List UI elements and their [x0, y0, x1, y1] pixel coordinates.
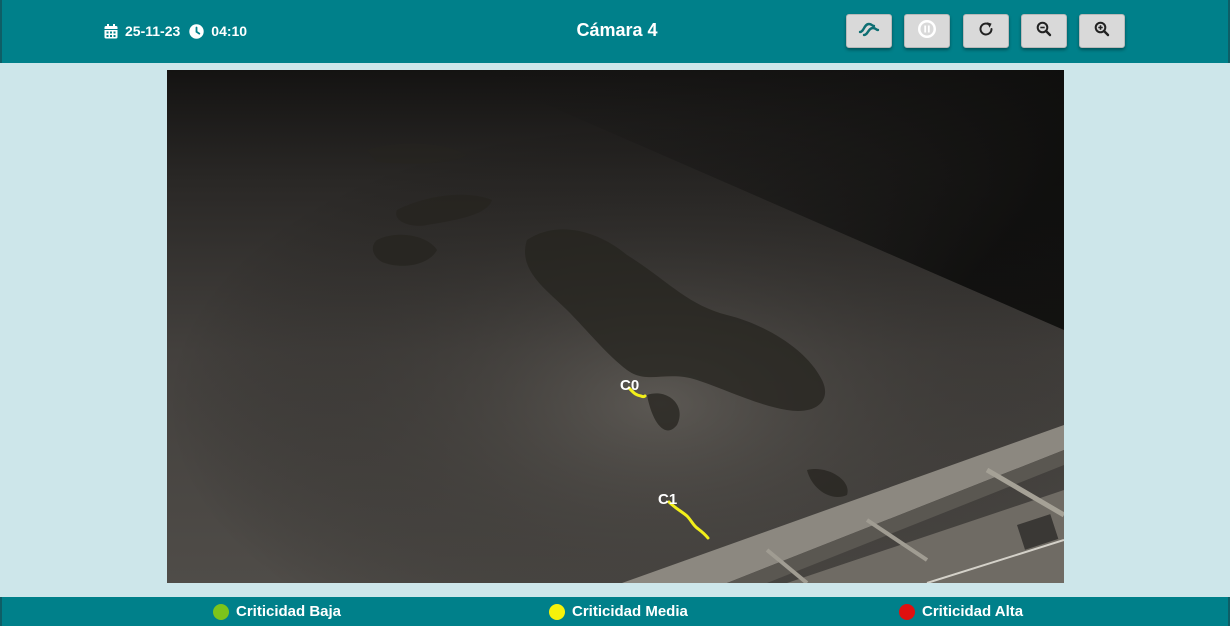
zoom-out-button[interactable]: [1021, 14, 1067, 48]
legend-label: Criticidad Alta: [922, 603, 1024, 620]
zoom-in-icon: [1094, 21, 1110, 42]
pause-button[interactable]: [904, 14, 950, 48]
detection-label: C0: [620, 377, 639, 394]
yellow-dot-icon: [549, 603, 565, 620]
zoom-out-icon: [1036, 21, 1052, 42]
pause-icon: [917, 19, 937, 44]
legend-item-medium: Criticidad Media: [549, 603, 688, 620]
refresh-button[interactable]: [963, 14, 1009, 48]
legend-label: Criticidad Baja: [236, 603, 342, 620]
detection-label: C1: [658, 491, 677, 508]
legend-item-low: Criticidad Baja: [213, 603, 341, 620]
legend-bar: Criticidad Baja Criticidad Media Critici…: [0, 597, 1230, 626]
legend-item-high: Criticidad Alta: [899, 603, 1023, 620]
waves-button[interactable]: [846, 14, 892, 48]
legend-label: Criticidad Media: [572, 603, 688, 620]
top-bar: 25-11-23 04:10 Cámara 4: [0, 0, 1230, 63]
red-dot-icon: [899, 603, 915, 620]
camera-feed[interactable]: C0 C1: [167, 70, 1064, 583]
camera-image: C0 C1: [167, 70, 1064, 583]
refresh-icon: [977, 20, 995, 43]
waves-icon: [858, 20, 880, 43]
green-dot-icon: [213, 603, 229, 620]
zoom-in-button[interactable]: [1079, 14, 1125, 48]
